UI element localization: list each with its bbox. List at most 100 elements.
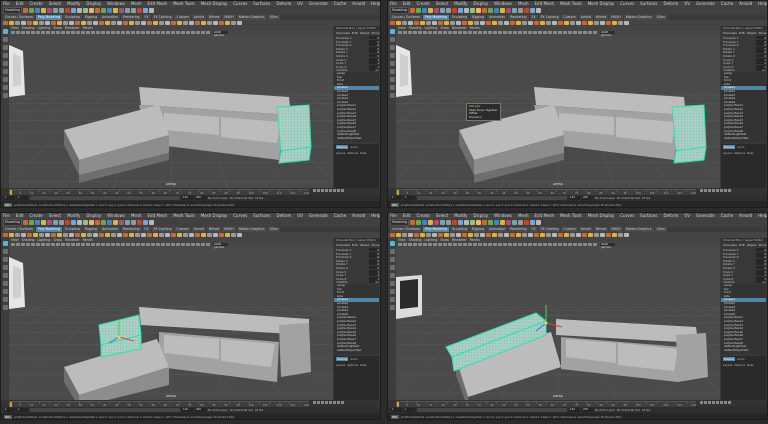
- command-feedback[interactable]: polyExtrudeFacet -constructionHistory 1 …: [14, 203, 235, 207]
- command-feedback[interactable]: polyExtrudeFacet -constructionHistory 1 …: [401, 415, 622, 419]
- viewport-tool-icon[interactable]: [583, 31, 587, 34]
- toolbox-tool-icon[interactable]: [2, 85, 8, 90]
- outliner-item[interactable]: defaultObjectSet: [721, 136, 766, 141]
- viewport-tool-icon[interactable]: [423, 31, 427, 34]
- shelf-tool-icon[interactable]: [87, 233, 92, 237]
- mode-select[interactable]: Modeling: [390, 7, 409, 14]
- shelf-tool-icon[interactable]: [147, 21, 152, 25]
- perspective-viewport[interactable]: View Shading Lighting Show Renderer Panels sR…: [396, 238, 720, 400]
- viewport-tool-icon[interactable]: [76, 31, 80, 34]
- shelf-tool-icon[interactable]: [141, 21, 146, 25]
- viewport-tool-icon[interactable]: [116, 243, 120, 246]
- outliner-item[interactable]: defaultObjectSet: [334, 136, 379, 141]
- status-tool-icon[interactable]: [107, 8, 112, 13]
- viewport-tool-icon[interactable]: [141, 31, 145, 34]
- shelf-tool-icon[interactable]: [27, 21, 32, 25]
- status-tool-icon[interactable]: [446, 220, 451, 225]
- status-tool-icon[interactable]: [524, 220, 529, 225]
- playback-button[interactable]: [704, 401, 707, 404]
- shelf-tool-icon[interactable]: [582, 233, 587, 237]
- anim-layer-select[interactable]: No Anim Layer: [595, 408, 615, 412]
- viewport-tool-icon[interactable]: [131, 31, 135, 34]
- shelf-tool-icon[interactable]: [420, 21, 425, 25]
- viewport-tool-icon[interactable]: [56, 31, 60, 34]
- status-tool-icon[interactable]: [500, 220, 505, 225]
- viewport-tool-icon[interactable]: [498, 243, 502, 246]
- viewport-tool-icon[interactable]: [523, 31, 527, 34]
- status-tool-icon[interactable]: [452, 220, 457, 225]
- viewport-tool-icon[interactable]: [503, 243, 507, 246]
- shelf-tool-icon[interactable]: [219, 233, 224, 237]
- shelf-tool-icon[interactable]: [27, 233, 32, 237]
- shelf-tool-icon[interactable]: [582, 21, 587, 25]
- shelf-tool-icon[interactable]: [444, 21, 449, 25]
- status-tool-icon[interactable]: [131, 220, 136, 225]
- viewport-tool-icon[interactable]: [418, 243, 422, 246]
- shelf-tool-icon[interactable]: [414, 233, 419, 237]
- viewport-tool-icon[interactable]: [413, 243, 417, 246]
- shelf-tool-icon[interactable]: [498, 21, 503, 25]
- viewport-tool-icon[interactable]: [468, 31, 472, 34]
- viewport-tool-icon[interactable]: [16, 31, 20, 34]
- shelf-tool-icon[interactable]: [117, 233, 122, 237]
- shelf-tool-icon[interactable]: [504, 21, 509, 25]
- outliner-item[interactable]: defaultObjectSet: [721, 348, 766, 353]
- viewport-tool-icon[interactable]: [438, 243, 442, 246]
- shelf-tool-icon[interactable]: [81, 21, 86, 25]
- shelf-tool-icon[interactable]: [201, 233, 206, 237]
- layer-menu-item[interactable]: Help: [360, 363, 366, 367]
- viewport-tool-icon[interactable]: [76, 243, 80, 246]
- playback-button[interactable]: [313, 401, 316, 404]
- playback-button[interactable]: [708, 401, 711, 404]
- status-tool-icon[interactable]: [53, 220, 58, 225]
- shelf-tool-icon[interactable]: [606, 21, 611, 25]
- layer-tab[interactable]: Anim: [350, 357, 357, 361]
- toolbox-tool-icon[interactable]: [389, 281, 395, 286]
- shelf-tool-icon[interactable]: [528, 21, 533, 25]
- status-tool-icon[interactable]: [23, 8, 28, 13]
- viewport-tool-icon[interactable]: [176, 243, 180, 246]
- toolbox-tool-icon[interactable]: [389, 45, 395, 50]
- status-tool-icon[interactable]: [125, 8, 130, 13]
- toolbox-tool-icon[interactable]: [389, 289, 395, 294]
- status-tool-icon[interactable]: [512, 220, 517, 225]
- playback-button[interactable]: [321, 401, 324, 404]
- viewport-tool-icon[interactable]: [156, 243, 160, 246]
- viewport-tool-icon[interactable]: [398, 243, 402, 246]
- viewport-tool-icon[interactable]: [508, 243, 512, 246]
- shelf-tool-icon[interactable]: [558, 21, 563, 25]
- viewport-tool-icon[interactable]: [458, 243, 462, 246]
- shelf-tool-icon[interactable]: [129, 233, 134, 237]
- status-tool-icon[interactable]: [77, 220, 82, 225]
- shelf-tool-icon[interactable]: [69, 233, 74, 237]
- shelf-tool-icon[interactable]: [135, 233, 140, 237]
- shelf-tool-icon[interactable]: [87, 21, 92, 25]
- viewport-tool-icon[interactable]: [538, 31, 542, 34]
- range-slider[interactable]: [417, 196, 567, 200]
- viewport-tool-icon[interactable]: [403, 31, 407, 34]
- shelf-tool-icon[interactable]: [618, 233, 623, 237]
- viewport-tool-icon[interactable]: [56, 243, 60, 246]
- layer-menu-item[interactable]: Help: [747, 151, 753, 155]
- status-tool-icon[interactable]: [65, 8, 70, 13]
- viewport-tool-icon[interactable]: [548, 31, 552, 34]
- shelf-tool-icon[interactable]: [15, 21, 20, 25]
- toolbox-tool-icon[interactable]: [389, 257, 395, 262]
- viewport-tool-icon[interactable]: [91, 243, 95, 246]
- shelf-tool-icon[interactable]: [105, 21, 110, 25]
- status-tool-icon[interactable]: [464, 8, 469, 13]
- status-tool-icon[interactable]: [464, 220, 469, 225]
- shelf-tool-icon[interactable]: [432, 233, 437, 237]
- shelf-tool-icon[interactable]: [552, 21, 557, 25]
- end-frame-field[interactable]: 200: [582, 408, 593, 412]
- viewport-tool-icon[interactable]: [66, 31, 70, 34]
- viewport-tool-icon[interactable]: [593, 243, 597, 246]
- perspective-viewport[interactable]: View Shading Lighting Show Renderer Panels sR…: [9, 26, 333, 188]
- anim-layer-select[interactable]: No Anim Layer: [595, 196, 615, 200]
- status-tool-icon[interactable]: [95, 8, 100, 13]
- viewport-tool-icon[interactable]: [156, 31, 160, 34]
- status-tool-icon[interactable]: [29, 8, 34, 13]
- viewport-tool-icon[interactable]: [448, 243, 452, 246]
- toolbox-tool-icon[interactable]: [389, 85, 395, 90]
- viewport-tool-icon[interactable]: [101, 31, 105, 34]
